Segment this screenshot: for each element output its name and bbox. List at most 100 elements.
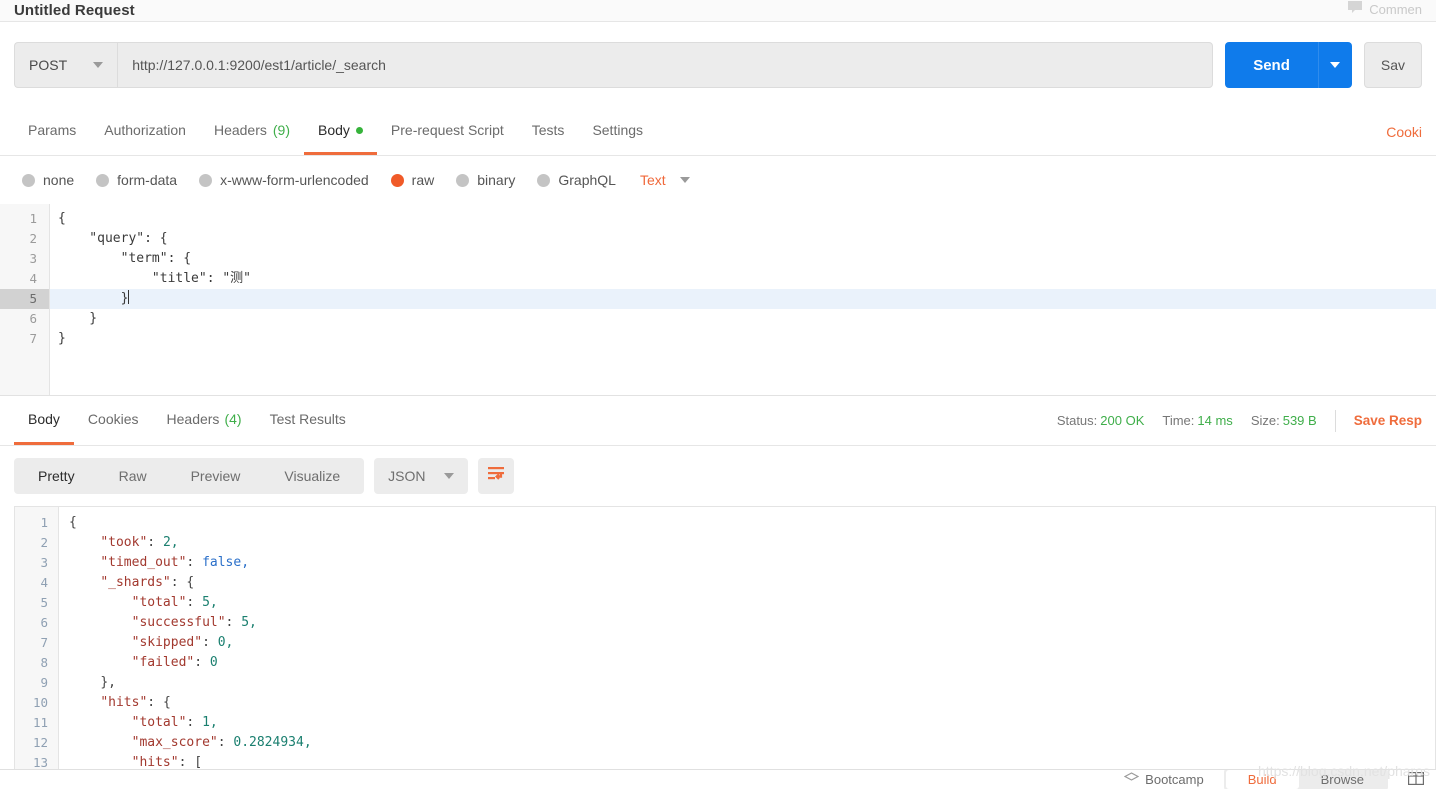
body-type-label: binary (477, 172, 516, 188)
send-options-button[interactable] (1317, 42, 1352, 88)
code-line: } (58, 331, 66, 346)
code-line: "took": 2, (100, 535, 179, 550)
tab-pre-request-script[interactable]: Pre-request Script (377, 108, 518, 155)
code-line: } (58, 311, 98, 326)
tab-headers[interactable]: Headers (9) (200, 108, 304, 155)
code-line: "_shards": { (100, 575, 195, 590)
response-body-code[interactable]: { "took": 2, "timed_out": false, "_shard… (59, 507, 1435, 769)
cookies-link[interactable]: Cooki (1386, 108, 1422, 155)
view-mode-pretty[interactable]: Pretty (16, 460, 97, 492)
size-value: 539 B (1282, 413, 1317, 428)
line-number: 5 (40, 595, 48, 610)
line-number: 2 (29, 231, 37, 246)
layout-toggle-button[interactable] (1408, 771, 1425, 788)
body-type-x-www-form-urlencoded[interactable]: x-www-form-urlencoded (191, 172, 383, 188)
word-wrap-button[interactable] (477, 458, 514, 494)
response-view-modes: Pretty Raw Preview Visualize (14, 458, 365, 494)
response-editor-gutter: 1 2 3 4 5 6 7 8 9 10 11 12 13 (15, 507, 59, 769)
body-type-graphql[interactable]: GraphQL (529, 172, 630, 188)
body-type-label: form-data (117, 172, 178, 188)
line-number: 8 (40, 655, 48, 670)
bootcamp-button[interactable]: Bootcamp (1123, 772, 1204, 787)
body-present-dot-icon (355, 126, 363, 134)
build-option[interactable]: Build (1225, 770, 1299, 789)
code-line: "skipped": 0, (131, 635, 234, 650)
save-button[interactable]: Sav (1363, 42, 1422, 88)
postman-window: Untitled Request Commen POST Send Sav Pa… (0, 0, 1436, 789)
status-label: Status: (1056, 413, 1098, 428)
response-tab-headers[interactable]: Headers (4) (153, 396, 256, 445)
response-format-select[interactable]: JSON (374, 458, 468, 494)
code-line: "query": { (58, 231, 168, 246)
line-number: 2 (40, 535, 48, 550)
tab-params[interactable]: Params (14, 108, 90, 155)
radio-icon-selected (390, 173, 404, 187)
radio-icon (456, 173, 470, 187)
tab-label: Body (28, 411, 60, 427)
send-button[interactable]: Send (1225, 42, 1318, 88)
browse-option[interactable]: Browse (1299, 770, 1386, 789)
request-body-code[interactable]: { "query": { "term": { "title": "测" } } … (50, 204, 1436, 395)
line-number: 3 (29, 251, 37, 266)
save-response-button[interactable]: Save Resp (1354, 413, 1422, 428)
response-tab-body[interactable]: Body (14, 396, 74, 445)
status-badge: Status: 200 OK (1057, 413, 1145, 428)
tab-label: Settings (592, 122, 644, 138)
body-type-label: raw (411, 172, 435, 188)
body-type-binary[interactable]: binary (448, 172, 529, 188)
line-number: 3 (40, 555, 48, 570)
line-number: 4 (29, 271, 37, 286)
tab-authorization[interactable]: Authorization (90, 108, 200, 155)
tab-settings[interactable]: Settings (578, 108, 657, 155)
view-mode-raw[interactable]: Raw (97, 460, 169, 492)
line-number: 12 (32, 735, 48, 750)
tab-label: Test Results (269, 411, 346, 427)
url-bar: POST Send Sav (0, 22, 1436, 108)
send-button-group: Send (1225, 42, 1352, 88)
tab-label: Params (28, 122, 77, 138)
radio-icon (96, 173, 110, 187)
view-mode-preview[interactable]: Preview (169, 460, 263, 492)
time-value: 14 ms (1197, 413, 1233, 428)
tab-label: Cookies (87, 411, 139, 427)
response-tab-cookies[interactable]: Cookies (74, 396, 153, 445)
tab-label: Tests (531, 122, 565, 138)
tab-count: (4) (224, 411, 242, 427)
line-number: 10 (32, 695, 48, 710)
http-method-select[interactable]: POST (14, 42, 118, 88)
response-tabs: Body Cookies Headers (4) Test Results St… (0, 396, 1436, 446)
tab-tests[interactable]: Tests (518, 108, 579, 155)
line-number: 4 (40, 575, 48, 590)
body-type-label: x-www-form-urlencoded (220, 172, 369, 188)
code-line: "max_score": 0.2824934, (131, 735, 312, 750)
tab-label: Authorization (104, 122, 186, 138)
response-tab-test-results[interactable]: Test Results (256, 396, 360, 445)
response-body-editor[interactable]: 1 2 3 4 5 6 7 8 9 10 11 12 13 { "took": … (14, 506, 1436, 769)
response-toolbar: Pretty Raw Preview Visualize JSON (0, 446, 1436, 506)
code-line: "timed_out": false, (100, 555, 250, 570)
size-badge: Size: 539 B (1251, 413, 1317, 428)
body-type-form-data[interactable]: form-data (88, 172, 191, 188)
chevron-down-icon (93, 62, 104, 68)
code-line: { (58, 211, 66, 226)
tab-body[interactable]: Body (304, 108, 377, 155)
bootcamp-label: Bootcamp (1145, 772, 1204, 787)
comment-button[interactable]: Commen (1347, 0, 1422, 19)
raw-format-select[interactable]: Text (640, 172, 690, 188)
view-mode-visualize[interactable]: Visualize (262, 460, 362, 492)
time-badge: Time: 14 ms (1162, 413, 1232, 428)
code-line: "title": "测" (58, 271, 252, 286)
response-format-value: JSON (388, 468, 426, 484)
radio-icon (199, 173, 213, 187)
code-line-active: } (50, 289, 1436, 309)
body-type-raw[interactable]: raw (383, 172, 449, 188)
code-line: "hits": { (100, 695, 171, 710)
response-meta: Status: 200 OK Time: 14 ms Size: 539 B Save… (1057, 396, 1422, 445)
bootcamp-icon (1123, 772, 1140, 787)
body-type-none[interactable]: none (14, 172, 88, 188)
line-number: 7 (29, 331, 37, 346)
line-number: 6 (29, 311, 37, 326)
request-body-editor[interactable]: 1 2 3 4 5 6 7 { "query": { "term": { "ti… (0, 204, 1436, 396)
raw-format-value: Text (639, 172, 666, 188)
url-input[interactable] (117, 42, 1214, 88)
